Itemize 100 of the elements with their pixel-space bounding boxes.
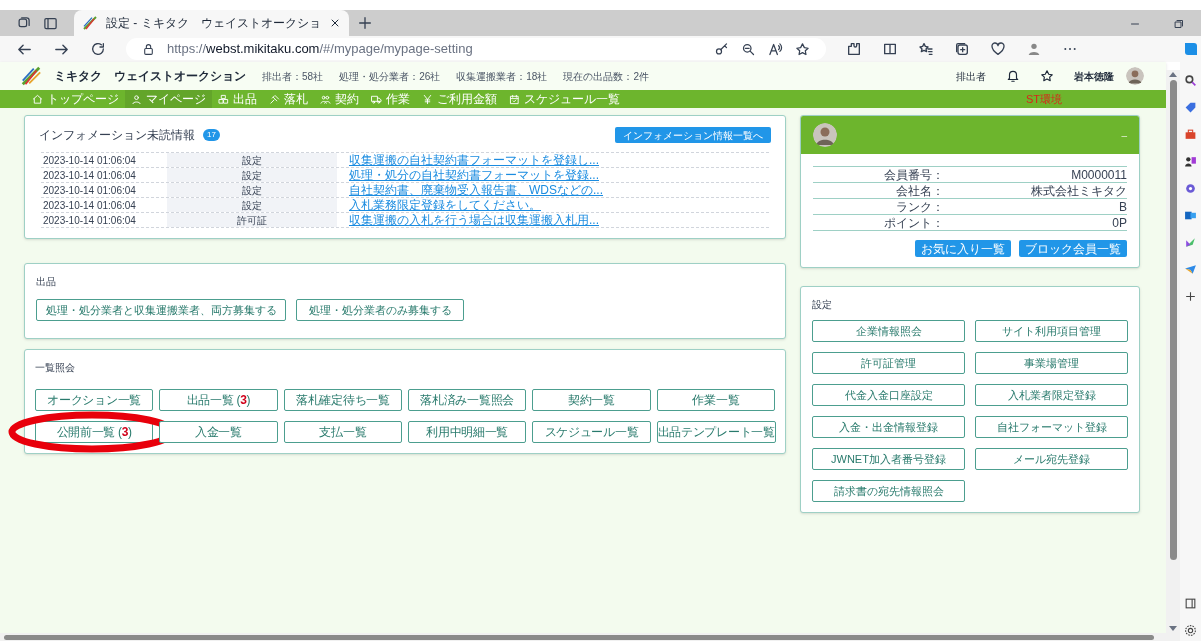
nav-item[interactable]: マイページ — [125, 90, 212, 108]
profile-icon[interactable] — [1026, 41, 1042, 57]
extensions-icon[interactable] — [846, 41, 862, 57]
settings-button[interactable]: JWNET加入者番号登録 — [812, 448, 965, 470]
info-link[interactable]: 入札業務限定登録をしてください。 — [349, 198, 541, 212]
settings-button[interactable]: 事業場管理 — [975, 352, 1128, 374]
url-text: https://webst.mikitaku.com/#/mypage/mypage-setting — [167, 40, 474, 59]
tab-title: 設定 - ミキタク ウェイストオークショ — [106, 15, 321, 32]
list-button[interactable]: 入金一覧 — [159, 421, 278, 443]
site-title[interactable]: ミキタク ウェイストオークション — [54, 67, 246, 85]
info-link[interactable]: 自社契約書、廃棄物受入報告書、WDSなどの... — [349, 183, 603, 197]
settings-button[interactable]: 入金・出金情報登録 — [812, 416, 965, 438]
truck-icon — [371, 93, 382, 105]
environment-label: ST環境 — [1025, 91, 1062, 107]
field-value: 株式会社ミキタク — [1030, 182, 1127, 200]
zoom-out-icon[interactable] — [741, 41, 756, 57]
settings-button[interactable]: 企業情報照会 — [812, 320, 965, 342]
date-cell-text: 2023-10-14 01:06:04 — [42, 199, 137, 212]
vertical-scrollbar[interactable] — [1166, 70, 1180, 633]
collections-icon[interactable] — [954, 41, 970, 57]
search-icon[interactable] — [1184, 74, 1197, 87]
settings-button[interactable]: メール宛先登録 — [975, 448, 1128, 470]
star-icon[interactable] — [795, 41, 810, 57]
settings-button[interactable]: 許可証管理 — [812, 352, 965, 374]
bell-icon[interactable] — [1006, 69, 1020, 83]
category-cell: 設定 — [167, 153, 337, 167]
list-button[interactable]: 出品テンプレート一覧 — [656, 421, 776, 443]
panel-title: 一覧照会 — [35, 361, 76, 375]
list-button[interactable]: スケジュール一覧 — [532, 421, 651, 443]
health-icon[interactable] — [990, 41, 1006, 57]
listing-button[interactable]: 処理・処分業者と収集運搬業者、両方募集する — [36, 299, 286, 321]
field-label: 会員番号： — [883, 166, 944, 184]
tabs-icon[interactable] — [43, 15, 58, 31]
settings-button[interactable]: 請求書の宛先情報照会 — [812, 480, 965, 502]
listing-button[interactable]: 処理・処分業者のみ募集する — [296, 299, 464, 321]
browser-tab[interactable]: 設定 - ミキタク ウェイストオークショ — [74, 10, 349, 36]
field-label: ポイント： — [883, 214, 944, 232]
info-link[interactable]: 収集運搬の自社契約書フォーマットを登録し... — [349, 153, 599, 167]
category-cell: 設定 — [167, 168, 337, 182]
category-cell: 許可証 — [167, 213, 337, 227]
star-icon[interactable] — [1040, 69, 1054, 83]
list-button[interactable]: 作業一覧 — [656, 389, 775, 411]
list-button[interactable]: 支払一覧 — [283, 421, 402, 443]
field-label: ランク： — [895, 198, 944, 216]
profile-button[interactable]: ブロック会員一覧 — [1019, 240, 1127, 257]
list-button[interactable]: オークション一覧 — [35, 389, 154, 411]
calendar-icon — [509, 93, 520, 105]
settings-button[interactable]: 自社フォーマット登録 — [975, 416, 1128, 438]
list-button[interactable]: 出品一覧 (3) — [159, 389, 278, 411]
office-icon[interactable] — [1184, 182, 1197, 195]
panel-title: インフォメーション未読情報 — [39, 127, 195, 144]
count-badge: 17 — [203, 129, 220, 141]
sidebar-icon[interactable] — [1184, 597, 1197, 610]
field-value: 0P — [1111, 214, 1127, 232]
people-icon[interactable] — [1184, 155, 1197, 168]
info-link[interactable]: 収集運搬の入札を行う場合は収集運搬入札用... — [349, 213, 599, 227]
list-button[interactable]: 公開前一覧 (3) — [35, 421, 154, 443]
site-statistic: 収集運搬業者：18社 — [456, 69, 548, 84]
add-icon[interactable] — [1184, 290, 1197, 303]
lock-icon — [142, 42, 155, 56]
info-link[interactable]: 処理・処分の自社契約書フォーマットを登録... — [349, 168, 599, 182]
boxes-icon — [218, 93, 229, 105]
split-screen-icon[interactable] — [882, 41, 898, 57]
people-icon — [320, 93, 331, 105]
person-icon — [131, 93, 142, 105]
restore-icon[interactable] — [1173, 18, 1185, 30]
site-logo-icon — [82, 15, 98, 31]
field-value: B — [1118, 198, 1127, 216]
toolbox-icon[interactable] — [1184, 128, 1197, 141]
address-bar[interactable]: https://webst.mikitaku.com/#/mypage/mypage-setting — [126, 38, 826, 60]
info-list-button[interactable]: インフォメーション情報一覧へ — [615, 127, 771, 143]
outlook-icon[interactable] — [1184, 209, 1197, 222]
avatar-icon[interactable] — [1126, 67, 1144, 85]
date-cell-text: 2023-10-14 01:06:04 — [42, 169, 137, 182]
field-value: M0000011 — [1070, 166, 1127, 184]
horizontal-scrollbar[interactable] — [0, 633, 1180, 641]
home-icon — [32, 93, 43, 105]
avatar-icon[interactable] — [813, 123, 837, 147]
date-cell-text: 2023-10-14 01:06:04 — [42, 214, 137, 227]
profile-button[interactable]: お気に入り一覧 — [915, 240, 1011, 257]
key-icon[interactable] — [714, 41, 729, 57]
settings-button[interactable]: 入札業者限定登録 — [975, 384, 1128, 406]
favorites-icon[interactable] — [918, 41, 934, 57]
paint-icon[interactable] — [1184, 236, 1197, 249]
refresh-icon[interactable] — [90, 41, 106, 57]
date-cell-text: 2023-10-14 01:06:04 — [42, 184, 137, 197]
new-tab-icon[interactable] — [356, 15, 373, 31]
list-button[interactable]: 落札確定待ち一覧 — [283, 389, 402, 411]
settings-button[interactable]: サイト利用項目管理 — [975, 320, 1128, 342]
read-aloud-icon[interactable] — [768, 41, 783, 57]
settings-button[interactable]: 代金入金口座設定 — [812, 384, 965, 406]
send-icon[interactable] — [1184, 263, 1197, 276]
settings-icon[interactable] — [1184, 624, 1197, 637]
list-button[interactable]: 契約一覧 — [532, 389, 651, 411]
tag-icon[interactable] — [1184, 101, 1197, 114]
user-name[interactable]: 岩本徳隆 — [1074, 68, 1114, 84]
list-button[interactable]: 落札済み一覧照会 — [408, 389, 527, 411]
panel-title: 設定 — [812, 298, 833, 312]
list-button[interactable]: 利用中明細一覧 — [408, 421, 527, 443]
gavel-icon — [269, 93, 280, 105]
